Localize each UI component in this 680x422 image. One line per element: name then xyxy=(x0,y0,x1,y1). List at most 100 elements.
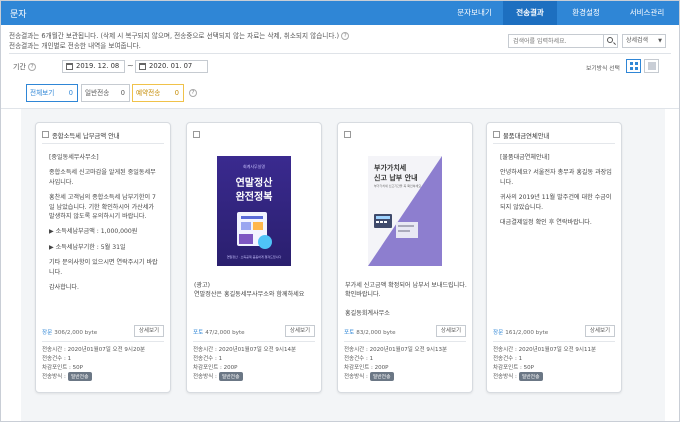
calendar-icon xyxy=(139,63,146,70)
card-view-button[interactable] xyxy=(626,59,641,73)
byte-count: 장문 161/2,000 byte xyxy=(493,328,548,336)
result-card[interactable]: 물품대금연체안내 [물품대금연체안내] 안녕하세요? 서울전자 총무과 홍길동 … xyxy=(486,122,622,393)
message-line: 감사합니다. xyxy=(49,284,79,292)
result-card[interactable]: 부가가치세 신고 납부 안내 부가가치세 신고기간을 꼭 확인하세요 부가세 신… xyxy=(337,122,473,393)
send-method: 전송방식 : 일반전송 xyxy=(493,372,543,381)
divider xyxy=(344,341,466,342)
filter-tab-all[interactable]: 전체보기 0 xyxy=(26,84,78,102)
page-description: 전송결과는 6개월간 보관됩니다. (삭제 시 복구되지 않으며, 전송중으로 … xyxy=(9,32,379,51)
byte-value: 47/2,000 byte xyxy=(205,330,245,336)
message-line: 귀사의 2019년 11월 발주건에 대한 수금이 되지 않았습니다. xyxy=(500,194,612,211)
byte-value: 306/2,000 byte xyxy=(54,330,98,336)
tab-send-message[interactable]: 문자보내기 xyxy=(446,1,503,25)
card-checkbox[interactable] xyxy=(42,131,49,138)
divider xyxy=(42,143,164,144)
start-date-value: 2019. 12. 08 xyxy=(76,62,120,70)
end-date-value: 2020. 01. 07 xyxy=(149,62,193,70)
detail-button[interactable]: 상세보기 xyxy=(585,325,615,337)
byte-count: 포토 47/2,000 byte xyxy=(193,328,245,336)
message-line: [중일동세무사무소] xyxy=(49,154,99,161)
end-date-field[interactable]: 2020. 01. 07 xyxy=(135,60,208,73)
send-count: 전송건수 : 1 xyxy=(193,356,223,362)
poster-title-2: 완전정복 xyxy=(236,190,273,203)
byte-count: 포토 83/2,000 byte xyxy=(344,328,396,336)
help-icon[interactable]: ? xyxy=(189,89,197,97)
calendar-icon xyxy=(66,63,73,70)
start-date-field[interactable]: 2019. 12. 08 xyxy=(62,60,125,73)
description-line-1: 전송결과는 6개월간 보관됩니다. (삭제 시 복구되지 않으며, 전송중으로 … xyxy=(9,32,340,40)
sent-time: 전송시간 : 2020년01월07일 오전 9시11분 xyxy=(493,347,596,353)
message-line: ▶ 소득세납부기한 : 5월 31일 xyxy=(49,243,126,251)
detail-search-value: 상세검색 xyxy=(626,37,649,44)
send-method-label: 전송방식 : xyxy=(344,374,368,380)
divider xyxy=(9,53,671,54)
result-card[interactable]: 회계사무실명 연말정산 완전정복 연말정산 · 소득공제 꼼꼼하게 챙겨드립니다… xyxy=(186,122,322,393)
message-type: 포토 xyxy=(193,330,204,336)
deducted-points: 차감포인트 : 50P xyxy=(42,365,83,371)
status-badge: 일반전송 xyxy=(518,372,543,381)
status-badge: 일반전송 xyxy=(67,372,92,381)
sent-time: 전송시간 : 2020년01월07일 오전 9시20분 xyxy=(42,347,145,353)
list-view-button[interactable] xyxy=(644,59,659,73)
message-type: 장문 xyxy=(42,330,53,336)
message-line: 종합소득세 신고마감을 알게된 중일동세무사입니다. xyxy=(49,169,156,186)
help-icon[interactable]: ? xyxy=(341,32,350,40)
send-method: 전송방식 : 일반전송 xyxy=(193,372,243,381)
filter-tab-count: 0 xyxy=(120,89,125,97)
send-method-label: 전송방식 : xyxy=(193,374,217,380)
filter-tab-count: 0 xyxy=(68,89,73,97)
poster-title-2: 신고 납부 안내 xyxy=(374,173,418,182)
byte-value: 83/2,000 byte xyxy=(356,330,396,336)
description-line-2: 전송결과는 개인별로 전송한 내역을 보여줍니다. xyxy=(9,41,141,50)
message-line: [물품대금연체안내] xyxy=(500,154,550,161)
grid-icon xyxy=(630,62,638,70)
tab-send-results[interactable]: 전송결과 xyxy=(503,1,557,25)
status-badge: 일반전송 xyxy=(369,372,394,381)
card-checkbox[interactable] xyxy=(493,131,500,138)
send-count: 전송건수 : 1 xyxy=(493,356,523,362)
tab-settings[interactable]: 환경설정 xyxy=(557,1,615,25)
filter-tab-label: 일반전송 xyxy=(85,89,110,97)
deducted-points: 차감포인트 : 200P xyxy=(193,365,238,371)
date-range-tilde: ~ xyxy=(127,61,134,70)
send-count: 전송건수 : 1 xyxy=(42,356,72,362)
poster-small-text: 부가가치세 신고기간을 꼭 확인하세요 xyxy=(374,183,421,188)
view-mode-label: 보기방식 선택 xyxy=(586,66,620,72)
detail-button[interactable]: 상세보기 xyxy=(134,325,164,337)
filter-tab-general[interactable]: 일반전송 0 xyxy=(81,84,130,102)
app-title: 문자 xyxy=(10,10,27,20)
send-method-label: 전송방식 : xyxy=(42,374,66,380)
card-title: 물품대금연체안내 xyxy=(503,133,550,140)
top-nav: 문자보내기 전송결과 환경설정 서비스관리 xyxy=(446,1,679,25)
top-bar: 문자 문자보내기 전송결과 환경설정 서비스관리 xyxy=(1,1,679,25)
divider xyxy=(42,341,164,342)
card-checkbox[interactable] xyxy=(193,131,200,138)
card-title: 종합소득세 납부금액 안내 xyxy=(52,133,120,140)
card-message: [중일동세무사무소] 종합소득세 신고마감을 알게된 중일동세무사입니다. 홍찬… xyxy=(49,153,161,298)
poster-footer-text: 연말정산 · 소득공제 꼼꼼하게 챙겨드립니다 xyxy=(227,254,282,259)
divider xyxy=(493,143,615,144)
chevron-down-icon: ▼ xyxy=(658,38,662,44)
byte-count: 장문 306/2,000 byte xyxy=(42,328,97,336)
detail-button[interactable]: 상세보기 xyxy=(285,325,315,337)
period-label: 기간 ? xyxy=(13,62,37,72)
filter-tab-reserved[interactable]: 예약전송 0 xyxy=(132,84,184,102)
message-line: 홍찬세 고객님의 종합소득세 납부기한이 7일 남았습니다. 기한 확인하시어 … xyxy=(49,194,156,221)
tab-service-admin[interactable]: 서비스관리 xyxy=(615,1,679,25)
detail-button[interactable]: 상세보기 xyxy=(436,325,466,337)
card-checkbox[interactable] xyxy=(344,131,351,138)
card-message: (광고) 연말정산은 홍길동세무사무소와 함께하세요 xyxy=(194,282,305,299)
filter-tab-label: 전체보기 xyxy=(30,89,55,97)
divider xyxy=(193,341,315,342)
poster-title-1: 연말정산 xyxy=(236,176,274,189)
message-line: 대금결제일정 확인 후 연락바랍니다. xyxy=(500,219,592,227)
help-icon[interactable]: ? xyxy=(28,63,37,71)
search-button[interactable] xyxy=(603,35,617,47)
sent-time: 전송시간 : 2020년01월07일 오전 9시14분 xyxy=(193,347,296,353)
message-line: ▶ 소득세납부금액 : 1,000,000원 xyxy=(49,228,138,236)
detail-search-select[interactable]: 상세검색 ▼ xyxy=(622,34,666,48)
result-card[interactable]: 종합소득세 납부금액 안내 [중일동세무사무소] 종합소득세 신고마감을 알게된… xyxy=(35,122,171,393)
search-input[interactable] xyxy=(509,35,601,47)
filter-tab-count: 0 xyxy=(174,89,179,97)
send-method: 전송방식 : 일반전송 xyxy=(344,372,394,381)
